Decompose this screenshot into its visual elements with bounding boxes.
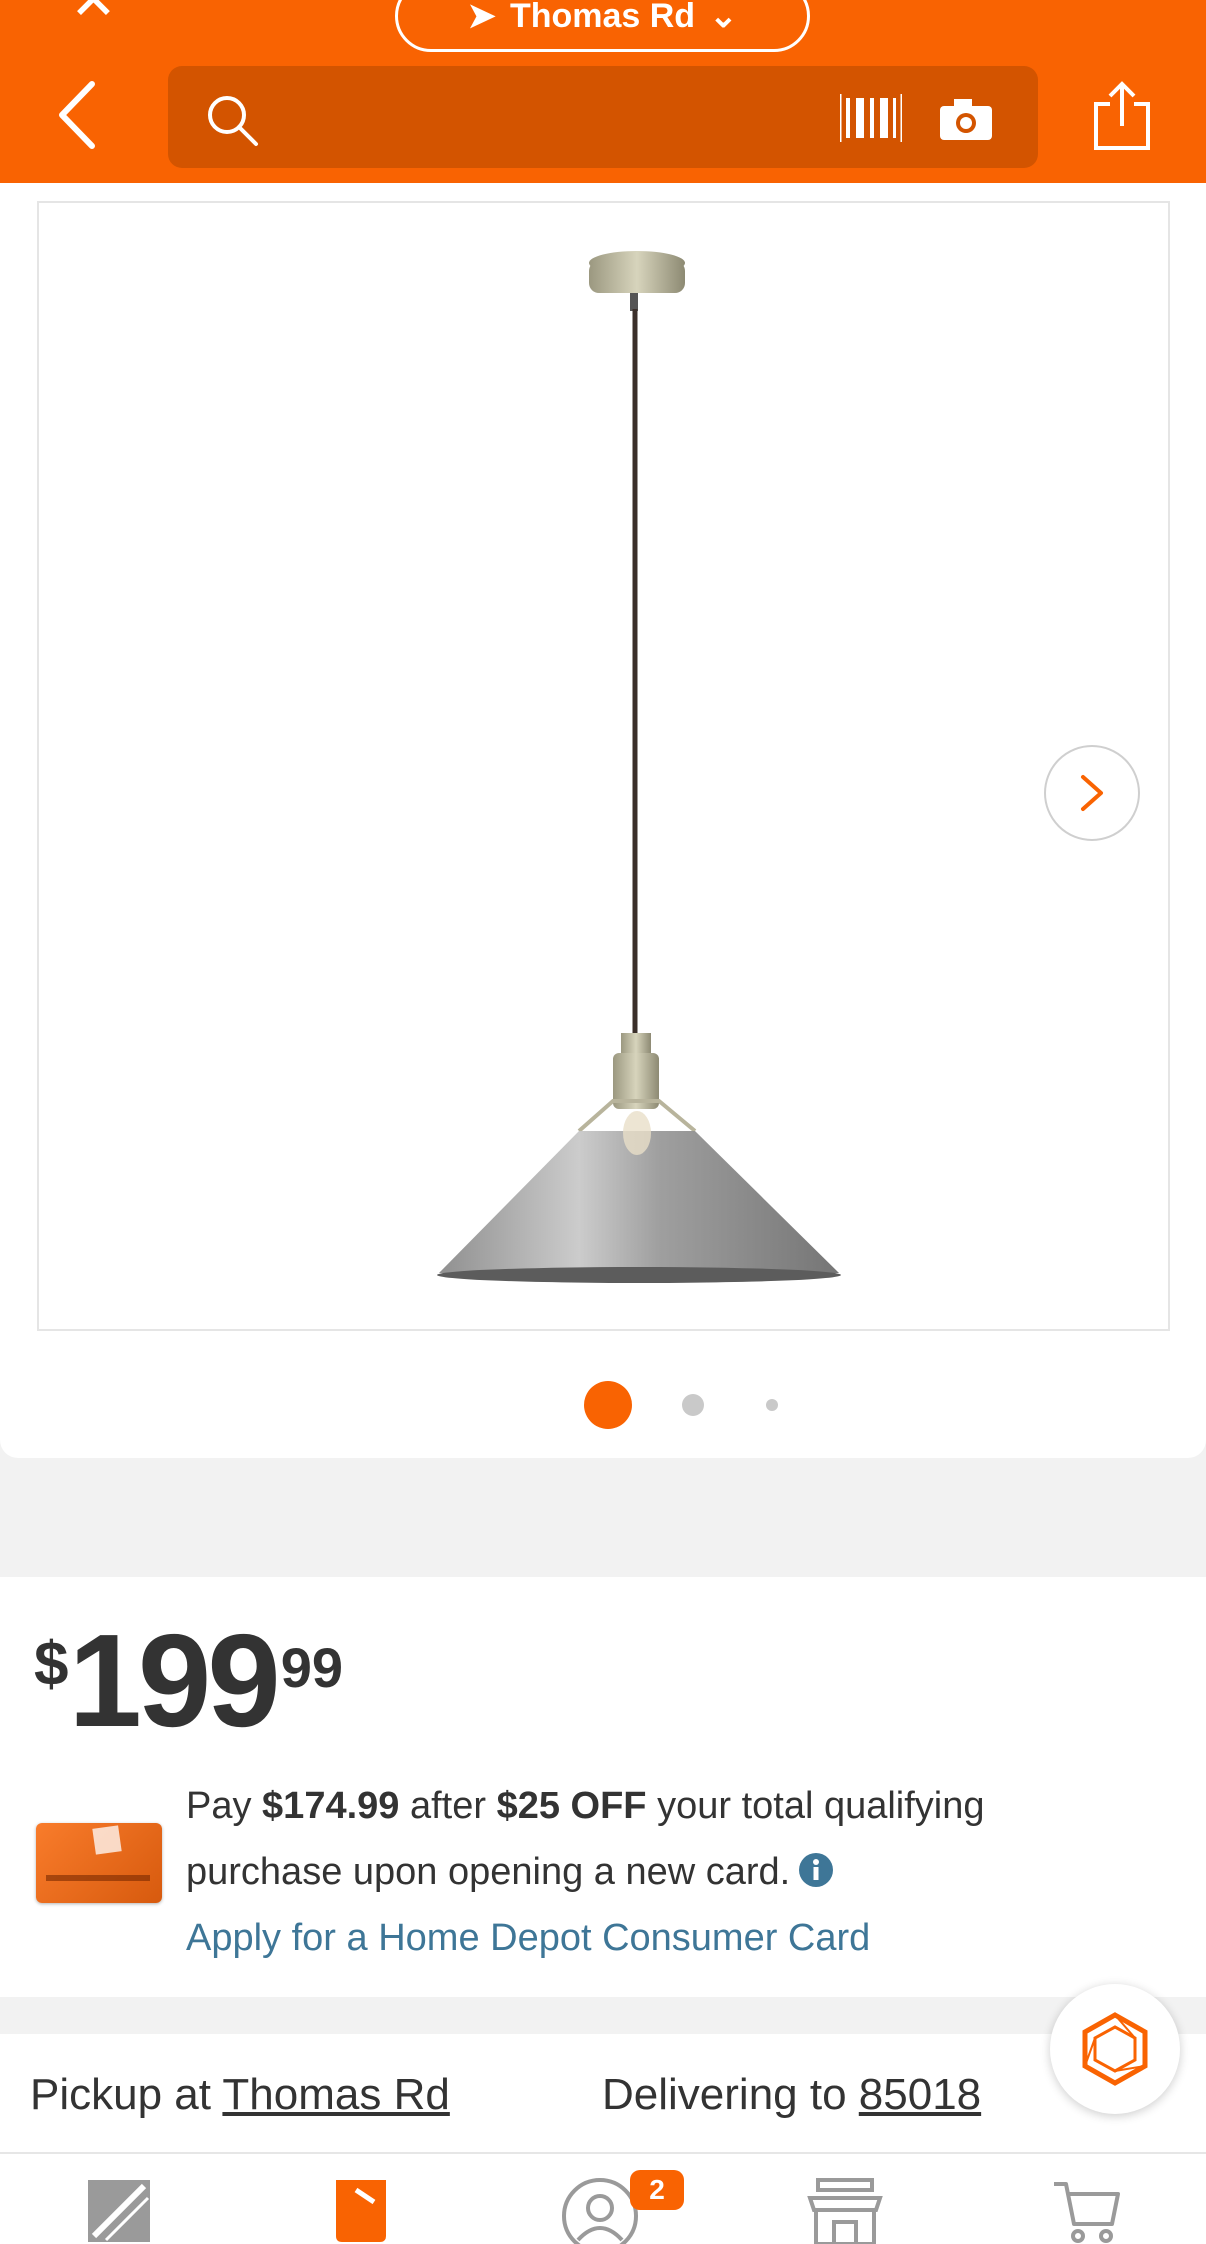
location-arrow-icon: ➤ (467, 0, 496, 35)
shop-icon[interactable] (330, 2176, 392, 2244)
home-depot-logo-icon[interactable] (84, 2176, 154, 2244)
close-icon[interactable]: ✕ (70, 0, 117, 28)
store-selector-label: Thomas Rd (509, 0, 696, 35)
card-number-strip (46, 1875, 150, 1881)
gallery-pagination (0, 1373, 1206, 1443)
fulfillment-bar: Pickup at Thomas Rd Delivering to 85018 (0, 2034, 1206, 2152)
price-whole: 199 (68, 1607, 280, 1754)
product-page: ✕ ➤ Thomas Rd ⌄ (0, 0, 1206, 2244)
account-badge: 2 (630, 2170, 684, 2210)
store-icon[interactable] (806, 2176, 884, 2244)
cart-icon[interactable] (1052, 2176, 1122, 2244)
product-price: $ 199 99 (34, 1607, 343, 1747)
delivery-label: Delivering to (602, 2070, 859, 2119)
hexagon-assistant-icon (1082, 2012, 1148, 2086)
product-gallery (0, 183, 1206, 1458)
back-arrow-icon[interactable] (52, 78, 102, 152)
price-currency: $ (34, 1630, 69, 1699)
home-depot-logo-icon (92, 1825, 122, 1855)
price-section: $ 199 99 Pay $174.99 after $25 OFF your … (0, 1577, 1206, 1997)
product-image[interactable] (37, 201, 1170, 1331)
credit-card-image (36, 1823, 162, 1903)
barcode-scanner-icon[interactable] (840, 92, 902, 144)
chat-assistant-button[interactable] (1050, 1984, 1180, 2114)
promo-pay-prefix: Pay (186, 1785, 263, 1827)
pagination-dot[interactable] (682, 1394, 704, 1416)
header: ✕ ➤ Thomas Rd ⌄ (0, 0, 1206, 183)
pendant-lamp-image (437, 251, 841, 1283)
pickup-label: Pickup at (30, 2070, 223, 2119)
delivery-zip-link[interactable]: 85018 (859, 2070, 981, 2119)
pickup-info[interactable]: Pickup at Thomas Rd (30, 2070, 450, 2120)
pagination-dot-active[interactable] (584, 1381, 632, 1429)
info-icon[interactable] (798, 1852, 834, 1888)
pickup-store-link[interactable]: Thomas Rd (222, 2070, 449, 2119)
next-image-button[interactable] (1044, 745, 1140, 841)
search-input[interactable] (168, 66, 1038, 168)
promo-discount: $25 OFF (496, 1785, 647, 1827)
camera-icon[interactable] (938, 96, 994, 142)
chevron-right-icon (1081, 775, 1103, 811)
share-icon[interactable] (1092, 80, 1152, 152)
promo-after-text: after (399, 1785, 497, 1827)
promo-pay-amount: $174.99 (262, 1785, 400, 1827)
bottom-nav: 2 (0, 2152, 1206, 2244)
search-icon (208, 96, 258, 146)
delivery-info[interactable]: Delivering to 85018 (602, 2070, 981, 2120)
apply-card-link[interactable]: Apply for a Home Depot Consumer Card (186, 1905, 1146, 1971)
card-promo: Pay $174.99 after $25 OFF your total qua… (186, 1773, 1146, 1971)
store-selector[interactable]: ➤ Thomas Rd ⌄ (395, 0, 810, 52)
chevron-down-icon: ⌄ (709, 0, 738, 35)
price-cents: 99 (280, 1636, 344, 1699)
pagination-dot[interactable] (766, 1399, 778, 1411)
